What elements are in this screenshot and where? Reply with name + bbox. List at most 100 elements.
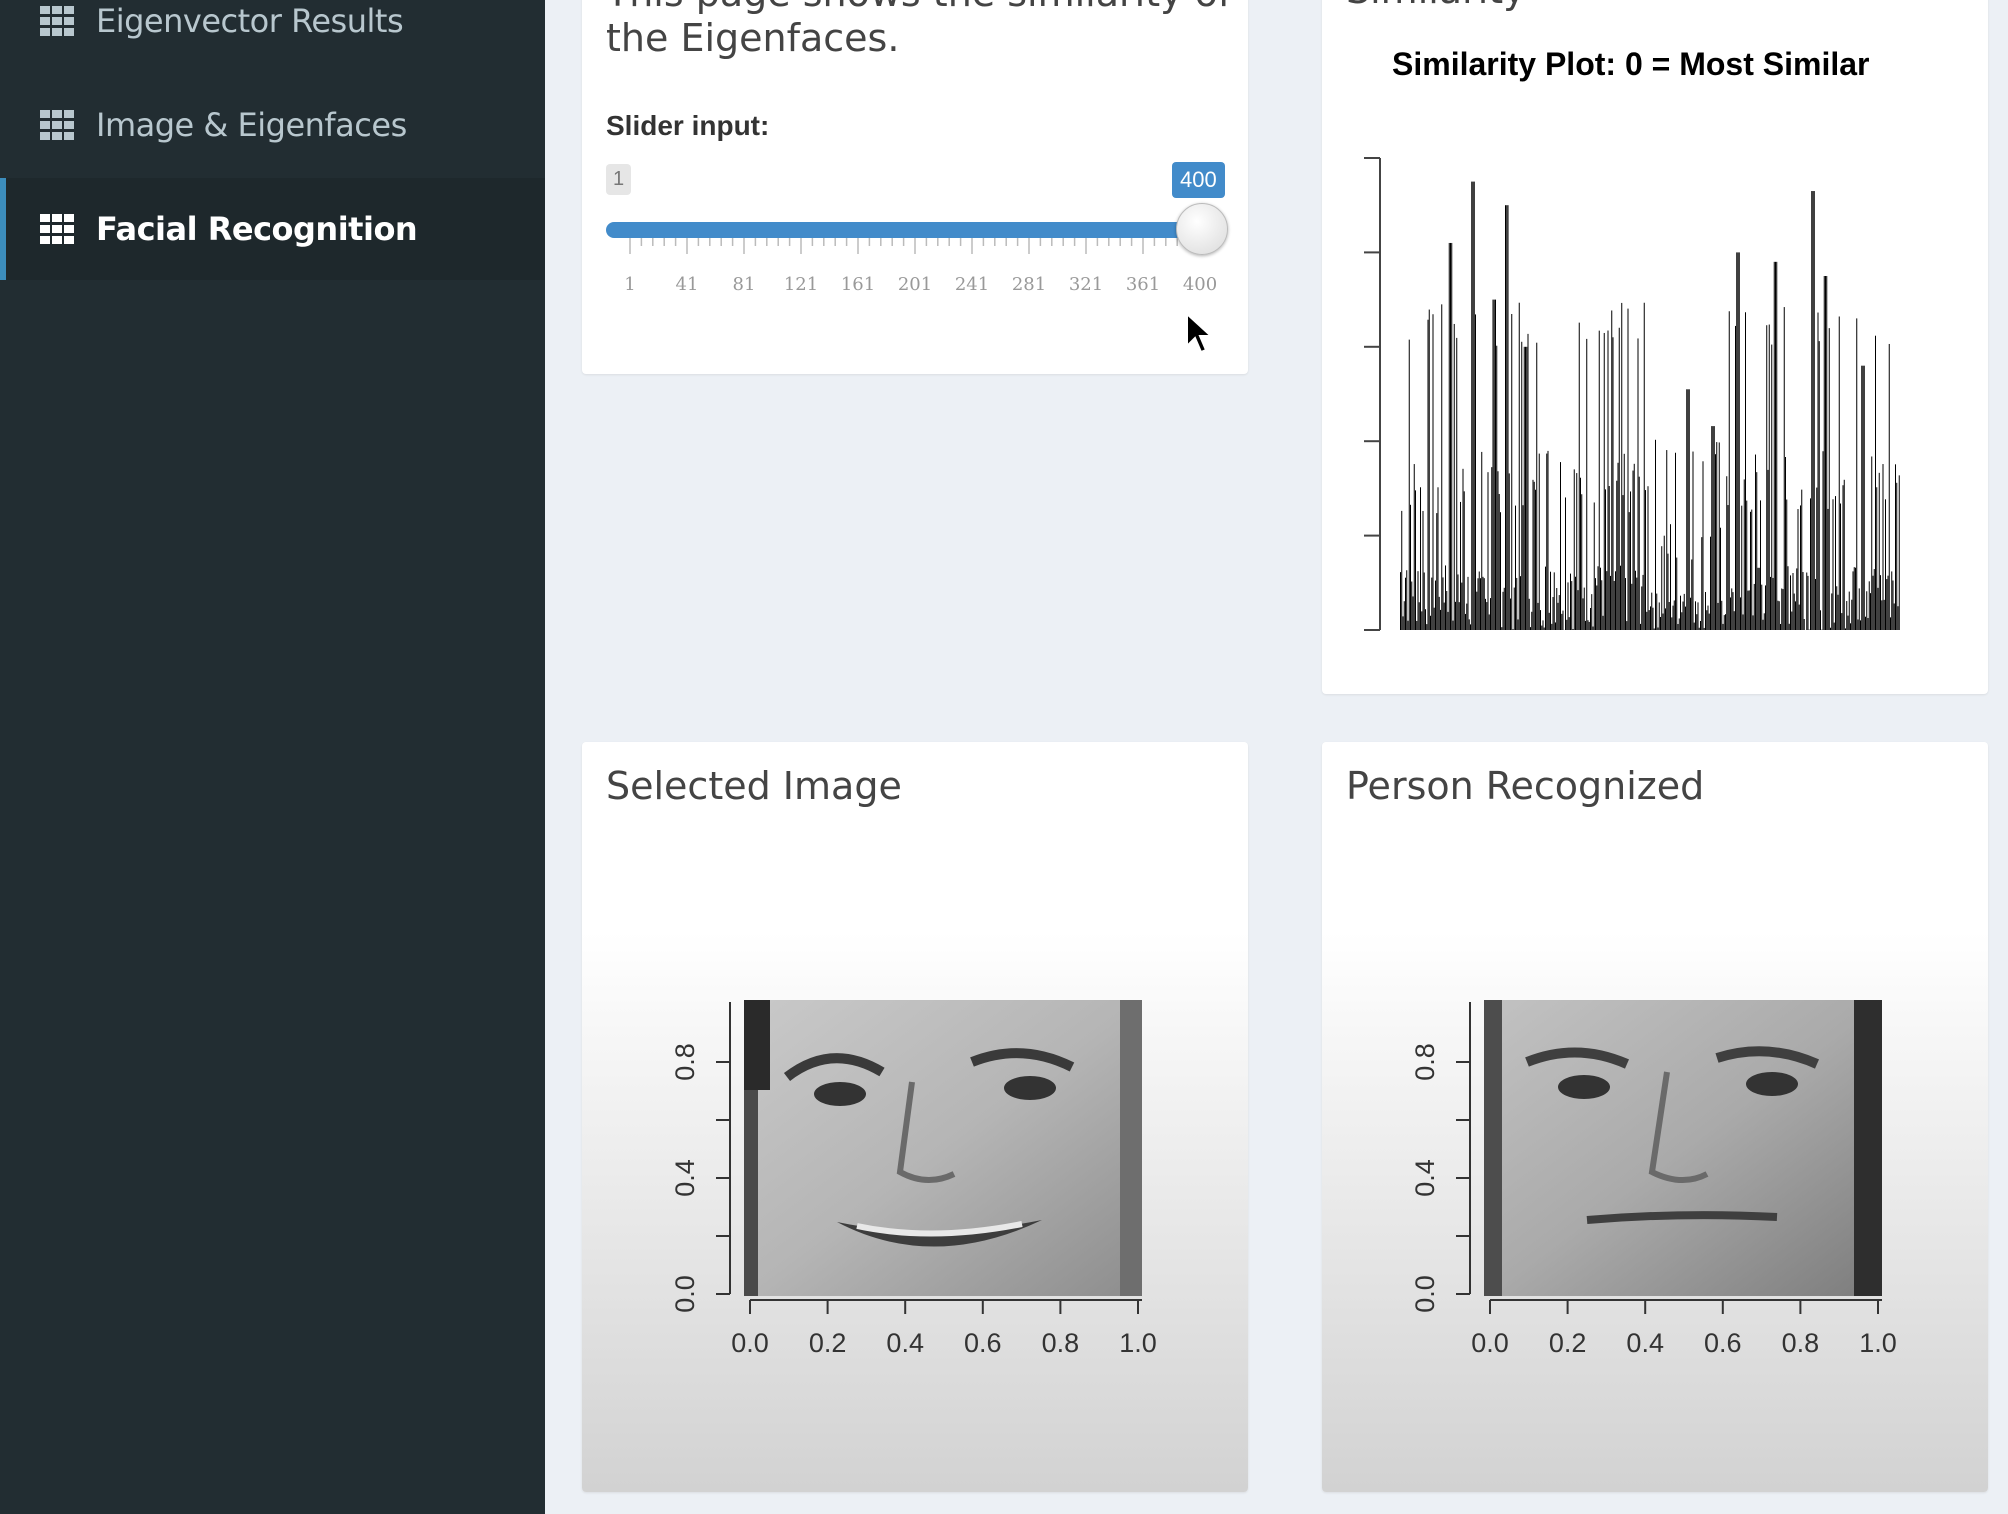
similarity-bar [1730, 597, 1731, 630]
similarity-bar [1771, 344, 1773, 630]
similarity-bar [1437, 487, 1439, 630]
similarity-bar [1422, 510, 1424, 630]
similarity-bar [1740, 597, 1741, 630]
similarity-bar [1430, 615, 1431, 630]
sidebar-item-image-eigenfaces[interactable]: Image & Eigenfaces [0, 74, 545, 176]
similarity-bar [1461, 582, 1463, 630]
similarity-bar [1475, 314, 1476, 630]
x-axis-tick-label: 1.0 [1859, 1328, 1897, 1358]
similarity-bar [1715, 454, 1716, 630]
similarity-bar [1847, 615, 1849, 630]
slider-track[interactable] [606, 222, 1224, 238]
similarity-bar [1780, 623, 1781, 630]
similarity-bar [1666, 450, 1668, 630]
similarity-bar [1523, 346, 1525, 630]
similarity-bar [1458, 602, 1460, 630]
slider-tick-label: 400 [1182, 274, 1218, 295]
similarity-bar [1870, 593, 1871, 630]
similarity-bar [1598, 330, 1600, 630]
similarity-bar [1697, 602, 1699, 630]
similarity-bar [1835, 496, 1836, 630]
similarity-bar [1672, 605, 1674, 630]
similarity-bar [1637, 338, 1639, 630]
description-line-2: the Eigenfaces. [606, 16, 900, 60]
similarity-bar [1690, 597, 1691, 630]
similarity-bar [1755, 454, 1756, 630]
similarity-bar [1893, 603, 1895, 630]
grid-icon [40, 6, 74, 36]
similarity-bar [1600, 567, 1601, 630]
similarity-bar [1645, 490, 1646, 630]
similarity-bar [1433, 607, 1435, 630]
similarity-bar [1718, 442, 1720, 630]
similarity-bar [1743, 479, 1745, 630]
similarity-bar [1712, 426, 1714, 630]
similarity-bar [1852, 571, 1854, 630]
similarity-bar [1456, 337, 1458, 630]
similarity-bar [1446, 591, 1448, 630]
similarity-bar [1783, 307, 1785, 630]
similarity-bar [1708, 613, 1710, 630]
similarity-bar [1533, 481, 1535, 630]
similarity-bar [1567, 582, 1569, 630]
similarity-bar [1680, 595, 1681, 630]
similarity-bar [1641, 586, 1643, 630]
similarity-bar [1858, 588, 1860, 630]
similarity-bar [1817, 312, 1819, 630]
similarity-bar [1568, 617, 1570, 630]
similarity-bar [1782, 589, 1784, 630]
similarity-bar [1596, 585, 1598, 630]
similarity-bar [1468, 619, 1470, 630]
sidebar-item-label: Image & Eigenfaces [96, 106, 407, 144]
similarity-bar [1472, 181, 1474, 630]
similarity-bar [1857, 619, 1859, 630]
similarity-bar [1886, 579, 1888, 630]
similarity-bar [1695, 601, 1696, 630]
similarity-bar [1777, 600, 1779, 630]
similarity-bar [1487, 472, 1489, 630]
similarity-bar [1488, 614, 1490, 630]
similarity-bar [1717, 602, 1719, 630]
similarity-bar [1795, 601, 1796, 630]
similarity-bar [1677, 623, 1679, 630]
similarity-bar [1801, 489, 1803, 630]
y-axis-tick-label: 0.4 [670, 1159, 700, 1197]
similarity-bar [1693, 622, 1695, 630]
similarity-bar [1736, 252, 1738, 630]
similarity-bar [1647, 486, 1649, 630]
y-axis-tick-label: 0.0 [670, 1275, 700, 1313]
similarity-bar [1868, 581, 1870, 630]
sidebar-item-label: Eigenvector Results [96, 2, 404, 40]
slider-handle[interactable] [1176, 203, 1228, 255]
similarity-bar [1781, 588, 1783, 630]
similarity-bar [1455, 601, 1456, 630]
similarity-bar [1830, 627, 1831, 630]
similarity-bar [1700, 620, 1701, 630]
similarity-bar [1573, 469, 1575, 630]
similarity-bar [1766, 325, 1768, 630]
similarity-bar [1757, 567, 1759, 630]
similarity-bar [1716, 442, 1718, 630]
similarity-bar [1576, 473, 1578, 630]
similarity-bar [1732, 592, 1734, 630]
similarity-bar [1710, 536, 1711, 630]
sidebar-item-facial-recognition[interactable]: Facial Recognition [0, 178, 545, 280]
x-axis-tick-label: 0.8 [1042, 1328, 1080, 1358]
similarity-bar [1752, 615, 1754, 630]
similarity-bar [1885, 499, 1886, 630]
similarity-bar [1606, 571, 1608, 630]
similarity-bar [1407, 620, 1409, 630]
similarity-bar [1881, 600, 1883, 630]
similarity-bar [1806, 572, 1808, 630]
similarity-bar [1786, 499, 1788, 630]
similarity-bar [1770, 576, 1771, 630]
similarity-bar [1491, 467, 1493, 630]
sidebar-item-eigenvector-results[interactable]: Eigenvector Results [0, 0, 545, 72]
similarity-bar [1521, 341, 1523, 630]
similarity-bar [1838, 316, 1840, 630]
similarity-bar [1413, 464, 1415, 630]
similarity-bar [1836, 586, 1838, 630]
similarity-bar [1586, 338, 1588, 630]
similarity-bar [1431, 577, 1433, 630]
similarity-bar [1880, 575, 1881, 630]
